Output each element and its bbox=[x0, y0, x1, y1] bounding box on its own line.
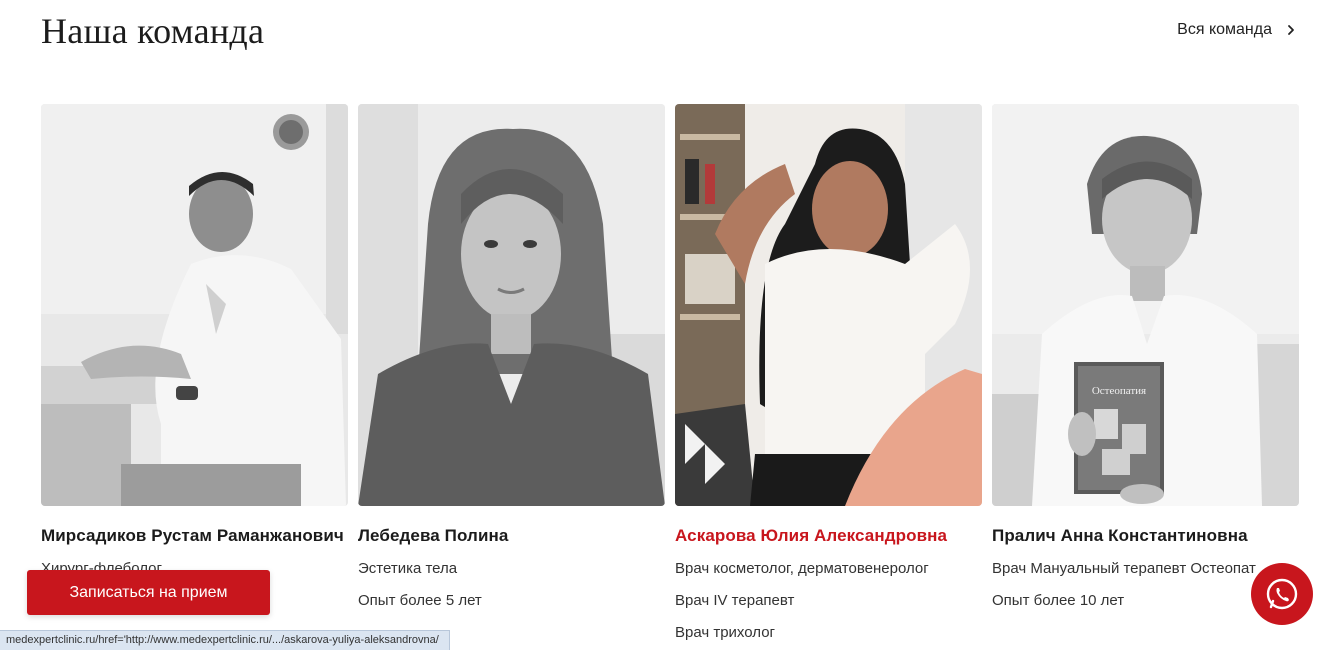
chevron-right-icon bbox=[1288, 25, 1294, 35]
doctor-photo[interactable]: Остеопатия bbox=[992, 104, 1299, 506]
doctor-details: Эстетика тела Опыт более 5 лет bbox=[358, 560, 665, 610]
doctor-experience: Опыт более 5 лет bbox=[358, 592, 482, 609]
doctor-name[interactable]: Аскарова Юлия Александровна bbox=[675, 526, 982, 546]
all-team-label: Вся команда bbox=[1177, 21, 1272, 38]
team-card[interactable]: Мирсадиков Рустам Раманжанович Хирург-фл… bbox=[41, 104, 348, 624]
doctor-photo[interactable] bbox=[675, 104, 982, 506]
doctor-name[interactable]: Пралич Анна Константиновна bbox=[992, 526, 1299, 546]
doctor-specialty: Врач косметолог, дерматовенеролог bbox=[675, 560, 929, 577]
whatsapp-button[interactable] bbox=[1251, 563, 1313, 625]
team-card[interactable]: Аскарова Юлия Александровна Врач космето… bbox=[675, 104, 982, 650]
doctor-details: Врач косметолог, дерматовенеролог Врач I… bbox=[675, 560, 982, 642]
whatsapp-icon bbox=[1266, 578, 1298, 610]
doctor-photo[interactable] bbox=[41, 104, 348, 506]
doctor-name[interactable]: Лебедева Полина bbox=[358, 526, 665, 546]
doctor-specialty: Врач IV терапевт bbox=[675, 592, 795, 609]
doctor-name[interactable]: Мирсадиков Рустам Раманжанович bbox=[41, 526, 348, 546]
browser-status-bar: medexpertclinic.ru/href='http://www.mede… bbox=[0, 630, 450, 650]
team-card[interactable]: Лебедева Полина Эстетика тела Опыт более… bbox=[358, 104, 665, 624]
doctor-experience: Опыт более 10 лет bbox=[992, 592, 1125, 609]
doctor-photo[interactable] bbox=[358, 104, 665, 506]
doctor-specialty: Врач Мануальный терапевт Остеопат bbox=[992, 560, 1256, 577]
all-team-link[interactable]: Вся команда bbox=[1177, 21, 1296, 39]
doctor-specialty: Врач трихолог bbox=[675, 624, 776, 641]
team-card[interactable]: Остеопатия Пралич Анна Константиновна Вр… bbox=[992, 104, 1299, 624]
doctor-specialty: Эстетика тела bbox=[358, 560, 458, 577]
book-title: Остеопатия bbox=[1092, 385, 1146, 397]
book-appointment-button[interactable]: Записаться на прием bbox=[27, 570, 270, 615]
section-title: Наша команда bbox=[41, 11, 265, 51]
